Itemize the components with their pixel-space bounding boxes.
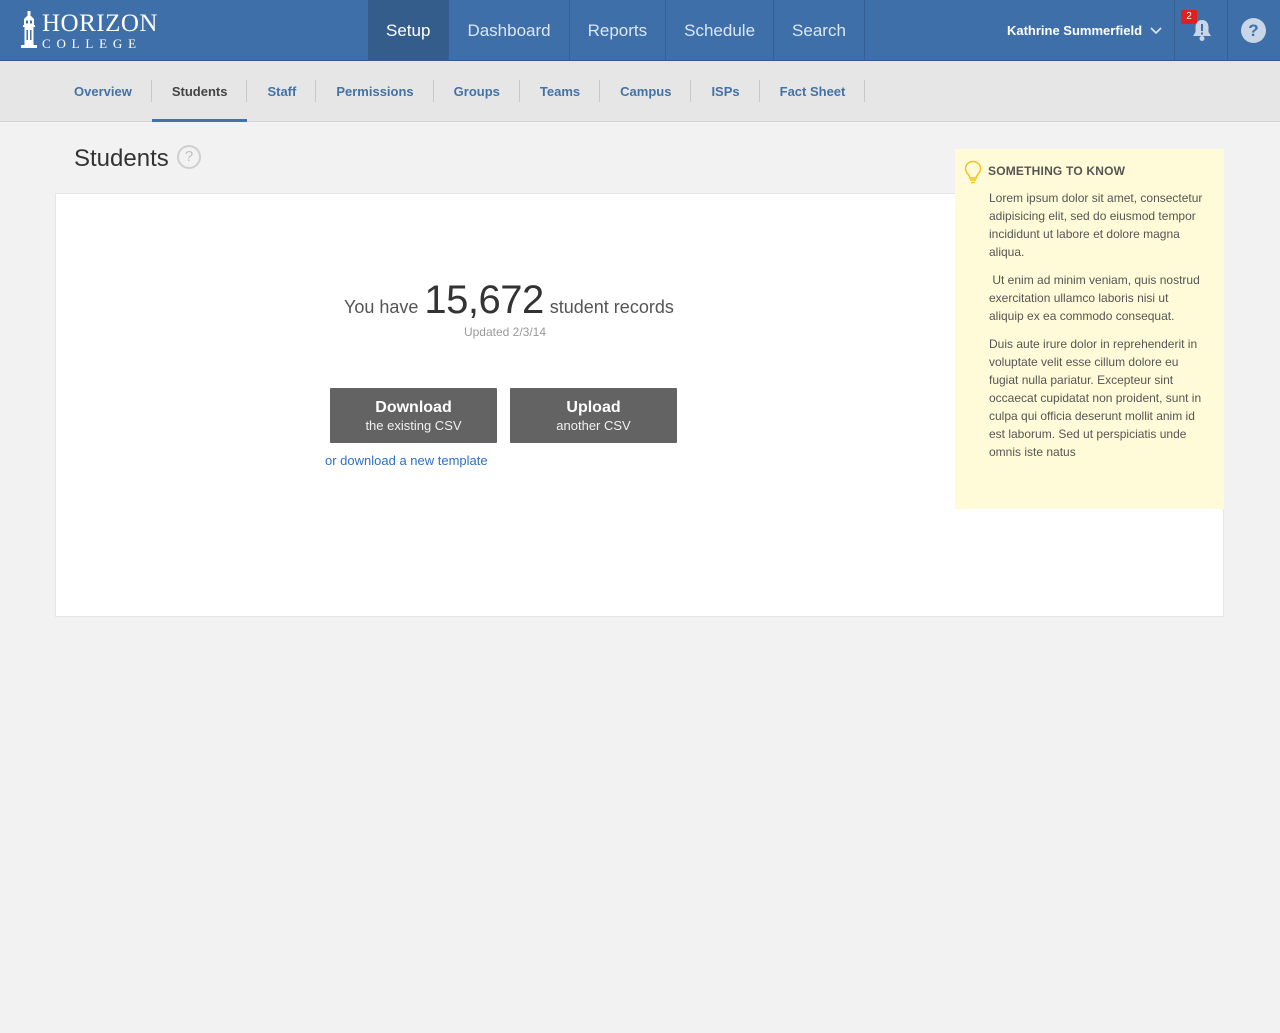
notification-badge: 2 <box>1181 10 1197 24</box>
help-button[interactable]: ? <box>1228 0 1280 61</box>
tip-panel: SOMETHING TO KNOW Lorem ipsum dolor sit … <box>955 149 1224 509</box>
tab-label: Overview <box>74 84 132 99</box>
page-title: Students <box>74 145 169 172</box>
tab-teams[interactable]: Teams <box>520 61 601 122</box>
upload-button-title: Upload <box>566 399 621 416</box>
tip-paragraph: Ut enim ad minim veniam, quis nostrud ex… <box>989 273 1204 323</box>
brand-line-2: COLLEGE <box>42 35 142 51</box>
tab-overview[interactable]: Overview <box>54 61 152 122</box>
top-bar: HORIZON COLLEGE Setup Dashboard Reports … <box>0 0 1280 61</box>
help-icon: ? <box>1241 18 1266 43</box>
sub-nav-tabs: Overview Students Staff Permissions Grou… <box>54 61 866 122</box>
tip-paragraph: Lorem ipsum dolor sit amet, consectetur … <box>989 191 1206 259</box>
sub-nav: Overview Students Staff Permissions Grou… <box>0 61 1280 122</box>
upload-button-subtitle: another CSV <box>556 418 631 433</box>
download-button-title: Download <box>375 399 452 416</box>
tab-label: Permissions <box>336 84 414 99</box>
tab-permissions[interactable]: Permissions <box>316 61 435 122</box>
download-template-link[interactable]: or download a new template <box>325 453 488 468</box>
records-suffix: student records <box>549 297 674 317</box>
tab-isps[interactable]: ISPs <box>691 61 760 122</box>
tab-label: Staff <box>267 84 297 99</box>
tab-label: Fact Sheet <box>779 84 846 99</box>
tower-icon <box>21 11 37 48</box>
tab-label: Teams <box>539 84 581 99</box>
tab-label: Campus <box>620 84 672 99</box>
tab-label: Groups <box>453 84 500 99</box>
nav-setup[interactable]: Setup <box>368 0 450 61</box>
tab-groups[interactable]: Groups <box>434 61 521 122</box>
tab-campus[interactable]: Campus <box>600 61 692 122</box>
records-summary: You have 15,672 student records <box>344 278 674 323</box>
lightbulb-icon <box>964 160 982 184</box>
user-menu[interactable]: Kathrine Summerfield <box>995 0 1175 61</box>
brand-wordmark: HORIZON COLLEGE <box>42 11 158 50</box>
chevron-down-icon <box>1150 26 1162 34</box>
tab-label: ISPs <box>711 84 740 99</box>
tip-heading: SOMETHING TO KNOW <box>988 164 1126 178</box>
main-nav: Setup Dashboard Reports Schedule Search <box>368 0 865 61</box>
brand-logo[interactable]: HORIZON COLLEGE <box>20 10 158 50</box>
tab-staff[interactable]: Staff <box>247 61 317 122</box>
user-name: Kathrine Summerfield <box>1006 23 1143 38</box>
records-prefix: You have <box>344 297 419 317</box>
records-count: 15,672 <box>424 278 544 322</box>
nav-search[interactable]: Search <box>774 0 865 61</box>
title-help-icon[interactable]: ? <box>177 145 201 169</box>
nav-dashboard[interactable]: Dashboard <box>449 0 570 61</box>
nav-schedule[interactable]: Schedule <box>666 0 775 61</box>
tip-paragraph: Duis aute irure dolor in reprehenderit i… <box>989 337 1205 459</box>
active-tab-indicator <box>151 119 248 122</box>
notifications-button[interactable]: 2 <box>1175 0 1228 61</box>
nav-reports[interactable]: Reports <box>570 0 667 61</box>
tab-students[interactable]: Students <box>151 61 248 122</box>
tab-label: Students <box>171 84 228 99</box>
tab-fact-sheet[interactable]: Fact Sheet <box>760 61 866 122</box>
download-csv-button[interactable]: Download the existing CSV <box>330 388 497 443</box>
download-button-subtitle: the existing CSV <box>365 418 462 433</box>
upload-csv-button[interactable]: Upload another CSV <box>510 388 677 443</box>
updated-date: Updated 2/3/14 <box>463 325 547 339</box>
brand-line-1: HORIZON <box>42 9 158 37</box>
